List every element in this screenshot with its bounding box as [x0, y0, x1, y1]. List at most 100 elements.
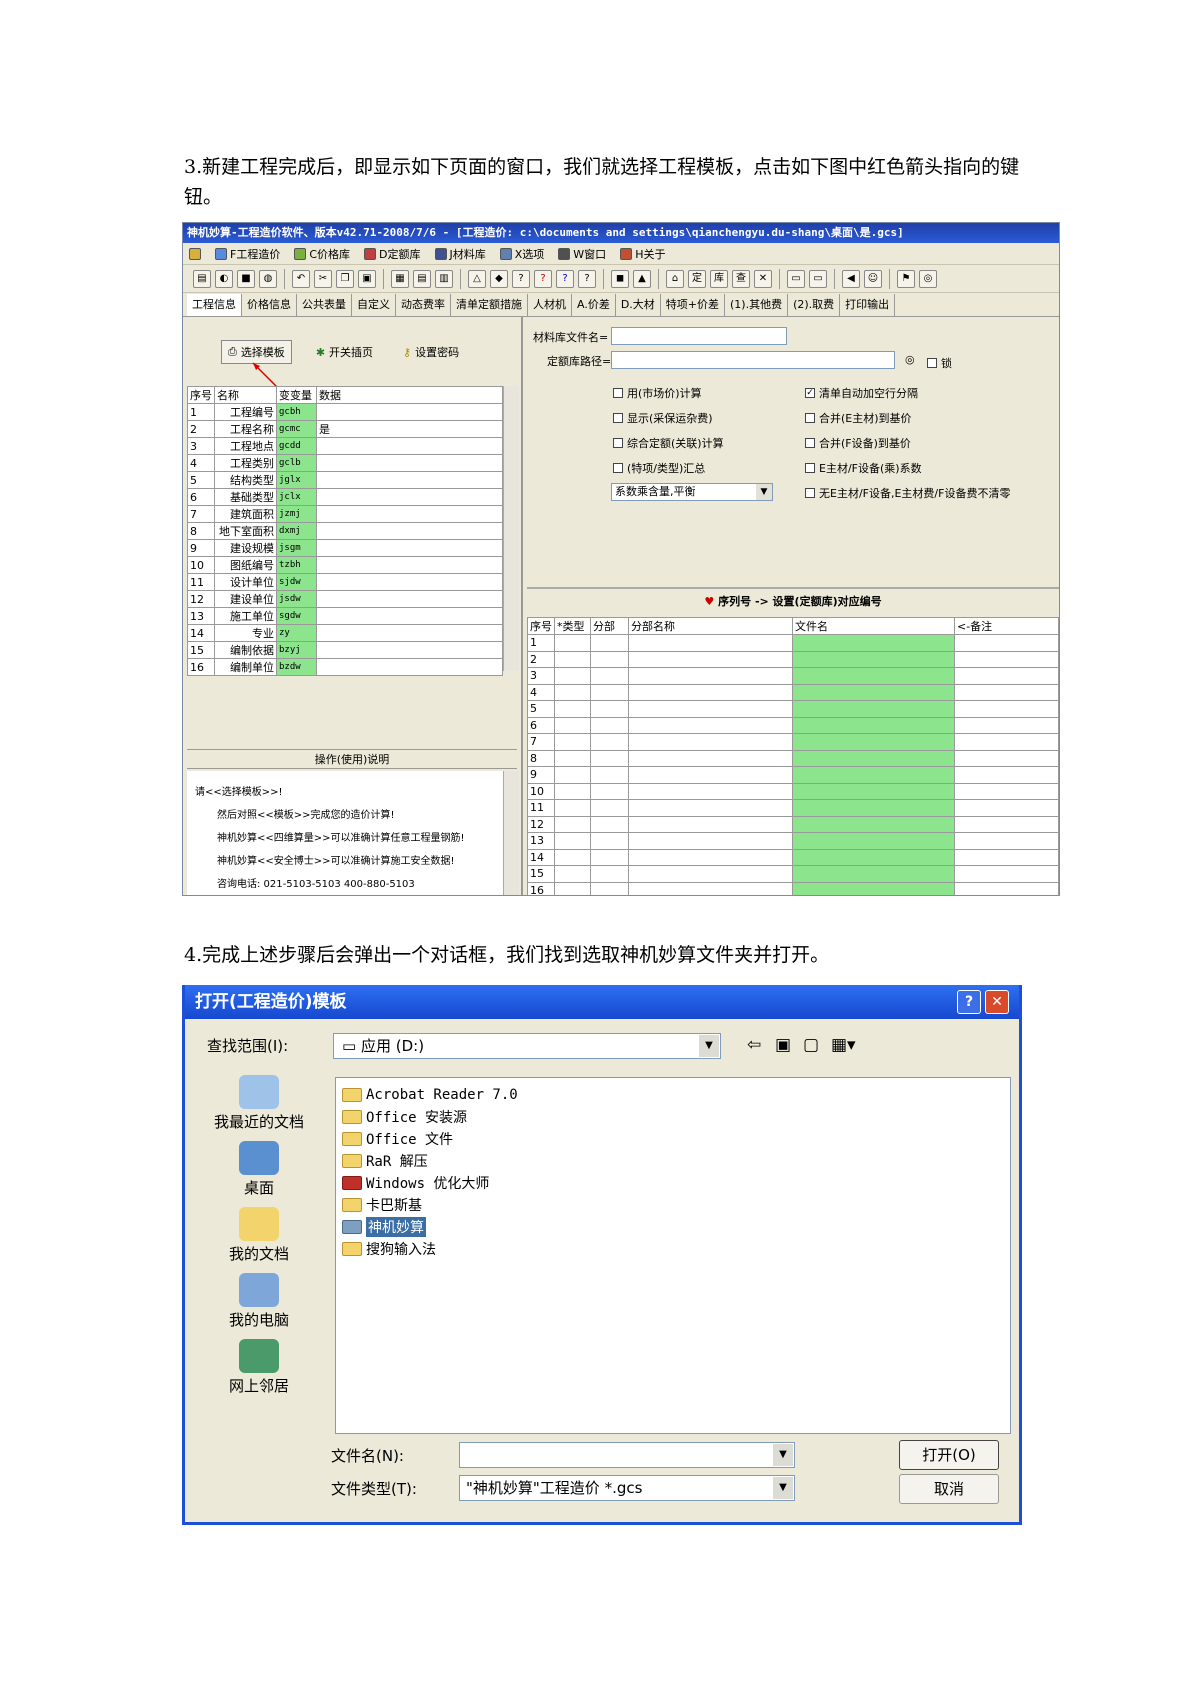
- place-network[interactable]: 网上邻居: [195, 1339, 323, 1405]
- view-menu-icon[interactable]: ▦▾: [831, 1035, 856, 1055]
- tool-icon[interactable]: ✕: [754, 269, 772, 288]
- mapping-row[interactable]: 6: [527, 716, 1059, 734]
- screen-icon-1[interactable]: ▭: [787, 269, 805, 288]
- tab-custom[interactable]: 自定义: [352, 293, 396, 316]
- tab-print[interactable]: 打印输出: [840, 293, 896, 316]
- flag-icon[interactable]: ⚑: [897, 269, 915, 288]
- mapping-row[interactable]: 1: [527, 634, 1059, 652]
- tab-bill-quota[interactable]: 清单定额措施: [451, 293, 528, 316]
- variable-row[interactable]: 7 建筑面积 jzmj: [187, 505, 503, 523]
- check-show-fees[interactable]: 显示(采保运杂费): [613, 410, 713, 426]
- open-button[interactable]: 打开(O): [899, 1440, 999, 1470]
- file-item[interactable]: Office 文件: [342, 1128, 1004, 1150]
- new-folder-icon[interactable]: ▢: [803, 1035, 819, 1055]
- check-merge-f-equipment[interactable]: 合并(F设备)到基价: [805, 435, 911, 451]
- quota-path-input[interactable]: [611, 351, 895, 369]
- mapping-row[interactable]: 10: [527, 782, 1059, 800]
- help-icon-1[interactable]: ?: [512, 269, 530, 288]
- new-icon[interactable]: ▤: [193, 269, 211, 288]
- variable-row[interactable]: 9 建设规模 jsgm: [187, 539, 503, 557]
- variable-row[interactable]: 10 图纸编号 tzbh: [187, 556, 503, 574]
- look-in-select[interactable]: ▭ 应用 (D:) ▼: [333, 1033, 721, 1059]
- tab-special-diff[interactable]: 特项+价差: [661, 293, 726, 316]
- place-desktop[interactable]: 桌面: [195, 1141, 323, 1207]
- chart-icon[interactable]: ▲: [633, 269, 651, 288]
- menu-item-about[interactable]: H关于: [620, 246, 665, 262]
- tab-project-info[interactable]: 工程信息: [187, 293, 242, 316]
- menu-item-window[interactable]: W窗口: [558, 246, 606, 262]
- check-auto-blank-row[interactable]: ✓ 清单自动加空行分隔: [805, 385, 918, 401]
- save-icon[interactable]: ■: [237, 269, 255, 288]
- menu-item-material[interactable]: J材料库: [434, 246, 486, 262]
- back-icon[interactable]: ⇦: [747, 1035, 761, 1055]
- variable-row[interactable]: 2 工程名称 gcmc 是: [187, 420, 503, 438]
- lookup-icon[interactable]: 查: [732, 269, 750, 288]
- filename-input[interactable]: ▼: [459, 1442, 795, 1468]
- undo-icon[interactable]: ↶: [292, 269, 310, 288]
- mapping-row[interactable]: 15: [527, 865, 1059, 883]
- variable-row[interactable]: 15 编制依据 bzyj: [187, 641, 503, 659]
- warning-icon[interactable]: △: [468, 269, 486, 288]
- instructions-scrollbar[interactable]: [503, 771, 519, 895]
- variable-row[interactable]: 1 工程编号 gcbh: [187, 403, 503, 421]
- tab-dynamic-rate[interactable]: 动态费率: [396, 293, 451, 316]
- cancel-button[interactable]: 取消: [899, 1474, 999, 1504]
- variable-row[interactable]: 6 基础类型 jclx: [187, 488, 503, 506]
- cut-icon[interactable]: ✂: [314, 269, 332, 288]
- close-icon[interactable]: ✕: [985, 990, 1009, 1014]
- variable-row[interactable]: 14 专业 zy: [187, 624, 503, 642]
- layout-icon-2[interactable]: ▤: [413, 269, 431, 288]
- file-item-selected[interactable]: 神机妙算: [342, 1216, 1004, 1238]
- file-item[interactable]: Office 安装源: [342, 1106, 1004, 1128]
- menu-item-quota[interactable]: D定额库: [364, 246, 421, 262]
- set-password-button[interactable]: ⚷ 设置密码: [397, 341, 465, 363]
- help-icon[interactable]: ?: [957, 990, 981, 1014]
- mapping-row[interactable]: 9: [527, 766, 1059, 784]
- mapping-row[interactable]: 13: [527, 832, 1059, 850]
- mapping-row[interactable]: 4: [527, 683, 1059, 701]
- layout-icon-3[interactable]: ▥: [435, 269, 453, 288]
- open-icon[interactable]: ◐: [215, 269, 233, 288]
- check-multiply-coefficient[interactable]: E主材/F设备(乘)系数: [805, 460, 922, 476]
- book-icon[interactable]: ◆: [490, 269, 508, 288]
- mapping-row[interactable]: 14: [527, 848, 1059, 866]
- place-my-documents[interactable]: 我的文档: [195, 1207, 323, 1273]
- binoculars-icon[interactable]: ◎: [919, 269, 937, 288]
- binoculars-icon[interactable]: ◎: [905, 353, 915, 366]
- tab-charge[interactable]: (2).取费: [788, 293, 841, 316]
- variable-row[interactable]: 4 工程类别 gclb: [187, 454, 503, 472]
- menu-item-price[interactable]: C价格库: [294, 246, 350, 262]
- check-combined-quota[interactable]: 综合定额(关联)计算: [613, 435, 724, 451]
- copy-icon[interactable]: ❐: [336, 269, 354, 288]
- mapping-row[interactable]: 7: [527, 733, 1059, 751]
- people-icon[interactable]: ☺: [864, 269, 882, 288]
- tab-major-material[interactable]: D.大材: [616, 293, 661, 316]
- variable-row[interactable]: 5 结构类型 jglx: [187, 471, 503, 489]
- mapping-row[interactable]: 3: [527, 667, 1059, 685]
- mapping-row[interactable]: 16: [527, 881, 1059, 895]
- lock-checkbox[interactable]: 锁: [927, 355, 952, 371]
- file-item[interactable]: 卡巴斯基: [342, 1194, 1004, 1216]
- file-item[interactable]: Acrobat Reader 7.0: [342, 1084, 1004, 1106]
- tab-public-quantity[interactable]: 公共表量: [297, 293, 352, 316]
- library-icon[interactable]: 库: [710, 269, 728, 288]
- file-item[interactable]: RaR 解压: [342, 1150, 1004, 1172]
- globe-icon[interactable]: ◍: [259, 269, 277, 288]
- layout-icon-1[interactable]: ▦: [391, 269, 409, 288]
- check-no-clear[interactable]: 无E主材/F设备,E主材费/F设备费不清零: [805, 485, 1010, 501]
- paste-icon[interactable]: ▣: [358, 269, 376, 288]
- variable-row[interactable]: 16 编制单位 bzdw: [187, 658, 503, 676]
- screen-icon-2[interactable]: ▭: [809, 269, 827, 288]
- variable-row[interactable]: 3 工程地点 gcdd: [187, 437, 503, 455]
- up-folder-icon[interactable]: ▣: [775, 1035, 791, 1055]
- coefficient-select[interactable]: 系数乘含量,平衡 ▼: [611, 483, 773, 501]
- tab-labor-material[interactable]: 人材机: [528, 293, 572, 316]
- check-special-summary[interactable]: (特项/类型)汇总: [613, 460, 705, 476]
- menu-item-project[interactable]: F工程造价: [215, 246, 280, 262]
- mapping-row[interactable]: 11: [527, 799, 1059, 817]
- file-item[interactable]: 搜狗输入法: [342, 1238, 1004, 1260]
- home-icon[interactable]: ⌂: [666, 269, 684, 288]
- mapping-row[interactable]: 12: [527, 815, 1059, 833]
- toggle-cover-button[interactable]: ✱ 开关插页: [310, 341, 379, 363]
- tab-price-diff[interactable]: A.价差: [572, 293, 616, 316]
